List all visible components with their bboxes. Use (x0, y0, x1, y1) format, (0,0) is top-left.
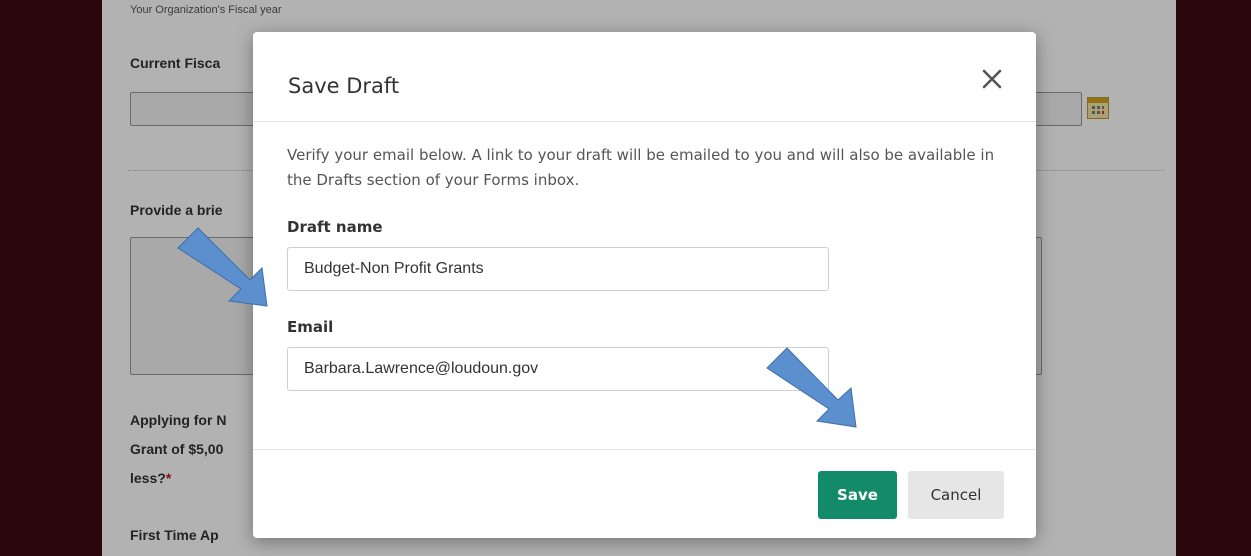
save-draft-dialog: Save Draft Verify your email below. A li… (253, 32, 1036, 538)
save-button[interactable]: Save (818, 471, 897, 519)
modal-title: Save Draft (288, 74, 400, 98)
modal-header: Save Draft (253, 32, 1036, 122)
cancel-button[interactable]: Cancel (908, 471, 1004, 519)
modal-footer: Save Cancel (253, 449, 1036, 539)
draft-name-label: Draft name (287, 218, 383, 236)
dialog-description: Verify your email below. A link to your … (287, 146, 995, 189)
draft-name-input[interactable] (287, 247, 829, 291)
email-label: Email (287, 318, 334, 336)
email-input[interactable] (287, 347, 829, 391)
close-icon (982, 69, 1002, 89)
close-button[interactable] (975, 62, 1009, 96)
